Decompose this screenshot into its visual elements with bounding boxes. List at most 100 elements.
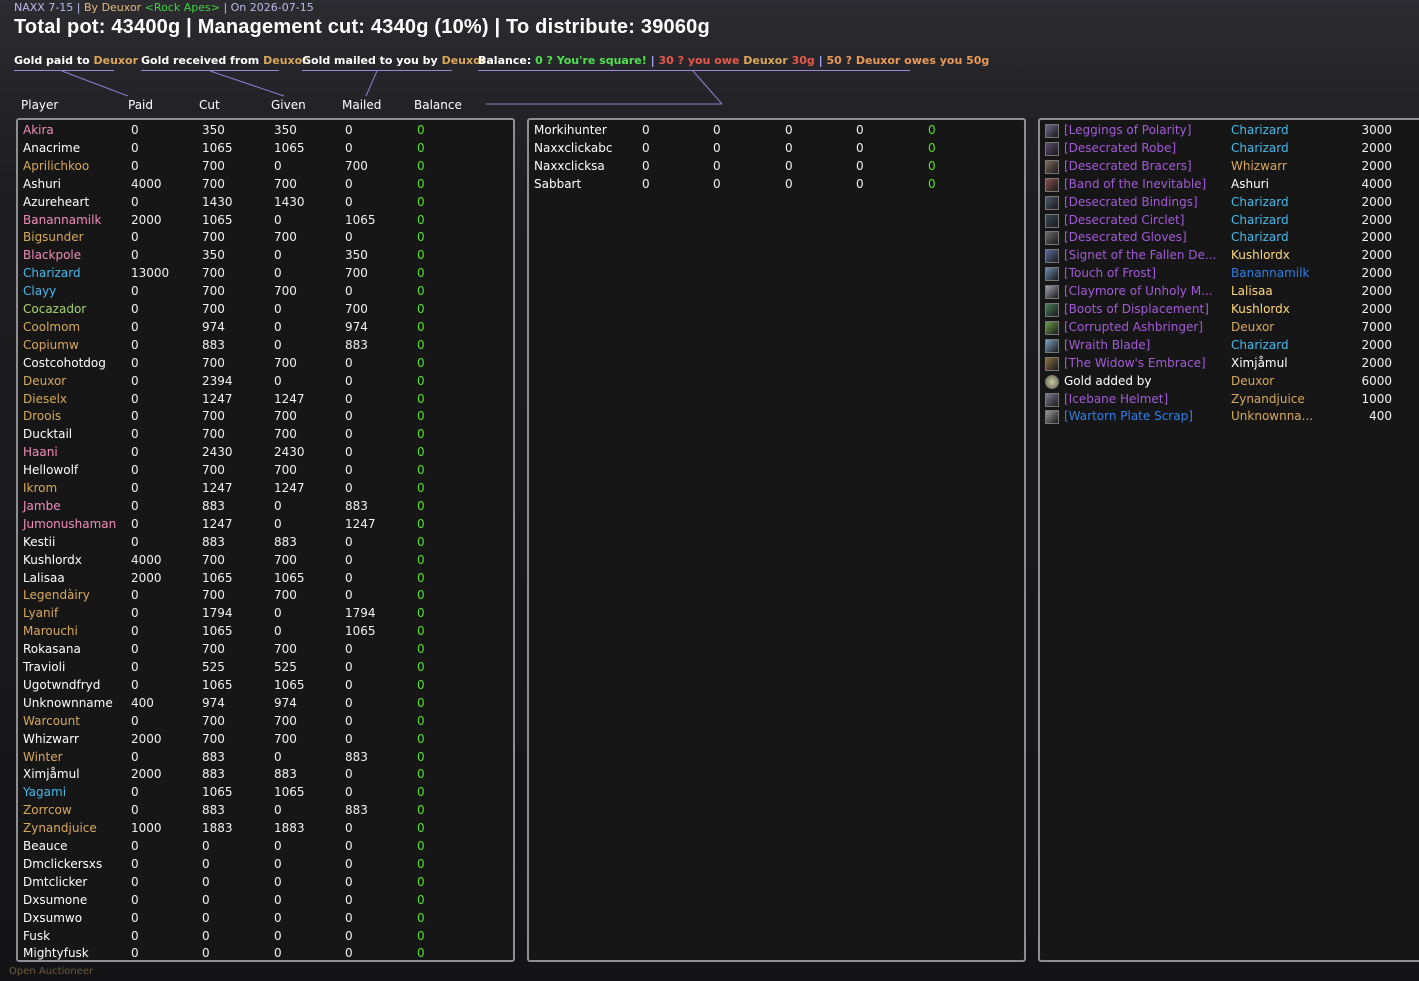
player-name: Blackpole xyxy=(23,248,82,263)
player-name: Kushlordx xyxy=(23,552,82,567)
given-value: 0 xyxy=(785,176,793,191)
player-row[interactable]: Aprilichkoo 0 700 0 700 0 xyxy=(18,159,508,177)
loot-row[interactable]: [Boots of Displacement] Kushlordx 2000 xyxy=(1040,302,1419,320)
loot-row[interactable]: [Leggings of Polarity] Charizard 3000 xyxy=(1040,123,1419,141)
coin-icon xyxy=(1045,374,1059,389)
cut-value: 883 xyxy=(202,767,225,782)
players-panel-left[interactable]: Akira 0 350 350 0 0 Anacrime 0 1065 1065 0 0 Aprilic… xyxy=(16,118,515,962)
player-row[interactable]: Unknownname 400 974 974 0 0 xyxy=(18,696,508,714)
player-row[interactable]: Morkihunter 0 0 0 0 0 xyxy=(529,123,1019,141)
player-row[interactable]: Naxxclickabc 0 0 0 0 0 xyxy=(529,141,1019,159)
paid-value: 0 xyxy=(131,642,139,657)
player-row[interactable]: Cocazador 0 700 0 700 0 xyxy=(18,302,508,320)
player-row[interactable]: Sabbart 0 0 0 0 0 xyxy=(529,177,1019,195)
player-row[interactable]: Travioli 0 525 525 0 0 xyxy=(18,660,508,678)
player-row[interactable]: Ximjåmul 2000 883 883 0 0 xyxy=(18,767,508,785)
mailed-value: 0 xyxy=(345,767,353,782)
player-name: Ashuri xyxy=(23,176,61,191)
player-row[interactable]: Kushlordx 4000 700 700 0 0 xyxy=(18,553,508,571)
loot-row[interactable]: [Desecrated Bracers] Whizwarr 2000 xyxy=(1040,159,1419,177)
player-row[interactable]: Kestii 0 883 883 0 0 xyxy=(18,535,508,553)
player-row[interactable]: Legendàiry 0 700 700 0 0 xyxy=(18,588,508,606)
given-value: 0 xyxy=(785,158,793,173)
balance-value: 0 xyxy=(417,874,425,889)
loot-row[interactable]: [Icebane Helmet] Zynandjuice 1000 xyxy=(1040,392,1419,410)
loot-row[interactable]: [Corrupted Ashbringer] Deuxor 7000 xyxy=(1040,320,1419,338)
given-value: 1065 xyxy=(274,785,305,800)
loot-row[interactable]: [Desecrated Bindings] Charizard 2000 xyxy=(1040,195,1419,213)
player-row[interactable]: Naxxclicksa 0 0 0 0 0 xyxy=(529,159,1019,177)
player-row[interactable]: Yagami 0 1065 1065 0 0 xyxy=(18,785,508,803)
player-row[interactable]: Azureheart 0 1430 1430 0 0 xyxy=(18,195,508,213)
player-row[interactable]: Banannamilk 2000 1065 0 1065 0 xyxy=(18,213,508,231)
balance-value: 0 xyxy=(417,355,425,370)
player-row[interactable]: Costcohotdog 0 700 700 0 0 xyxy=(18,356,508,374)
mailed-value: 0 xyxy=(345,695,353,710)
player-row[interactable]: Droois 0 700 700 0 0 xyxy=(18,409,508,427)
loot-row[interactable]: [Wraith Blade] Charizard 2000 xyxy=(1040,338,1419,356)
player-row[interactable]: Winter 0 883 0 883 0 xyxy=(18,750,508,768)
player-row[interactable]: Lyanif 0 1794 0 1794 0 xyxy=(18,606,508,624)
cut-value: 700 xyxy=(202,158,225,173)
loot-row[interactable]: [Touch of Frost] Banannamilk 2000 xyxy=(1040,266,1419,284)
cut-value: 700 xyxy=(202,588,225,603)
player-row[interactable]: Anacrime 0 1065 1065 0 0 xyxy=(18,141,508,159)
player-row[interactable]: Dxsumwo 0 0 0 0 0 xyxy=(18,911,508,929)
player-row[interactable]: Warcount 0 700 700 0 0 xyxy=(18,714,508,732)
balance-value: 0 xyxy=(417,839,425,853)
loot-panel[interactable]: [Leggings of Polarity] Charizard 3000 [Dese… xyxy=(1038,118,1419,962)
loot-row[interactable]: [Wartorn Plate Scrap] Unknownna... 400 xyxy=(1040,409,1419,427)
paid-value: 4000 xyxy=(131,176,162,191)
player-row[interactable]: Whizwarr 2000 700 700 0 0 xyxy=(18,732,508,750)
loot-row[interactable]: Gold added by Deuxor 6000 xyxy=(1040,374,1419,392)
player-row[interactable]: Charizard 13000 700 0 700 0 xyxy=(18,266,508,284)
paid-value: 0 xyxy=(131,588,139,603)
player-row[interactable]: Haani 0 2430 2430 0 0 xyxy=(18,445,508,463)
player-row[interactable]: Ugotwndfryd 0 1065 1065 0 0 xyxy=(18,678,508,696)
loot-row[interactable]: [Claymore of Unholy M... Lalisaa 2000 xyxy=(1040,284,1419,302)
players-panel-middle[interactable]: Morkihunter 0 0 0 0 0 Naxxclickabc 0 0 0 0 0 Naxxcli… xyxy=(527,118,1026,962)
player-row[interactable]: Dmclickersxs 0 0 0 0 0 xyxy=(18,857,508,875)
cut-value: 0 xyxy=(202,946,210,961)
loot-row[interactable]: [The Widow's Embrace] Ximjåmul 2000 xyxy=(1040,356,1419,374)
mailed-value: 0 xyxy=(856,176,864,191)
player-row[interactable]: Ashuri 4000 700 700 0 0 xyxy=(18,177,508,195)
player-row[interactable]: Bigsunder 0 700 700 0 0 xyxy=(18,230,508,248)
loot-amount: 6000 xyxy=(1361,373,1392,388)
player-row[interactable]: Copiumw 0 883 0 883 0 xyxy=(18,338,508,356)
player-row[interactable]: Jambe 0 883 0 883 0 xyxy=(18,499,508,517)
loot-row[interactable]: [Desecrated Circlet] Charizard 2000 xyxy=(1040,213,1419,231)
player-row[interactable]: Lalisaa 2000 1065 1065 0 0 xyxy=(18,571,508,589)
loot-row[interactable]: [Band of the Inevitable] Ashuri 4000 xyxy=(1040,177,1419,195)
player-row[interactable]: Hellowolf 0 700 700 0 0 xyxy=(18,463,508,481)
player-row[interactable]: Dxsumone 0 0 0 0 0 xyxy=(18,893,508,911)
player-row[interactable]: Beauce 0 0 0 0 0 xyxy=(18,839,508,857)
cut-value: 525 xyxy=(202,660,225,674)
player-row[interactable]: Jumonushaman 0 1247 0 1247 0 xyxy=(18,517,508,535)
player-row[interactable]: Rokasana 0 700 700 0 0 xyxy=(18,642,508,660)
player-row[interactable]: Clayy 0 700 700 0 0 xyxy=(18,284,508,302)
player-row[interactable]: Marouchi 0 1065 0 1065 0 xyxy=(18,624,508,642)
loot-row[interactable]: [Signet of the Fallen De... Kushlordx 2000 xyxy=(1040,248,1419,266)
paid-value: 0 xyxy=(642,140,650,155)
loot-row[interactable]: [Desecrated Gloves] Charizard 2000 xyxy=(1040,230,1419,248)
player-row[interactable]: Fusk 0 0 0 0 0 xyxy=(18,929,508,947)
auctioneer-link[interactable]: Open Auctioneer xyxy=(9,966,93,977)
balance-value: 0 xyxy=(417,570,425,585)
player-row[interactable]: Zynandjuice 1000 1883 1883 0 0 xyxy=(18,821,508,839)
mailed-value: 0 xyxy=(345,463,353,478)
player-row[interactable]: Coolmom 0 974 0 974 0 xyxy=(18,320,508,338)
player-row[interactable]: Mightyfusk 0 0 0 0 0 xyxy=(18,946,508,964)
player-row[interactable]: Akira 0 350 350 0 0 xyxy=(18,123,508,141)
player-row[interactable]: Blackpole 0 350 0 350 0 xyxy=(18,248,508,266)
column-header-mailed: Mailed xyxy=(342,98,382,112)
loot-row[interactable]: [Desecrated Robe] Charizard 2000 xyxy=(1040,141,1419,159)
player-row[interactable]: Dieselx 0 1247 1247 0 0 xyxy=(18,392,508,410)
player-row[interactable]: Deuxor 0 2394 0 0 0 xyxy=(18,374,508,392)
boots-icon xyxy=(1045,303,1059,317)
player-row[interactable]: Dmtclicker 0 0 0 0 0 xyxy=(18,875,508,893)
player-row[interactable]: Ikrom 0 1247 1247 0 0 xyxy=(18,481,508,499)
player-row[interactable]: Ducktail 0 700 700 0 0 xyxy=(18,427,508,445)
player-row[interactable]: Zorrcow 0 883 0 883 0 xyxy=(18,803,508,821)
sword-icon xyxy=(1045,285,1059,300)
